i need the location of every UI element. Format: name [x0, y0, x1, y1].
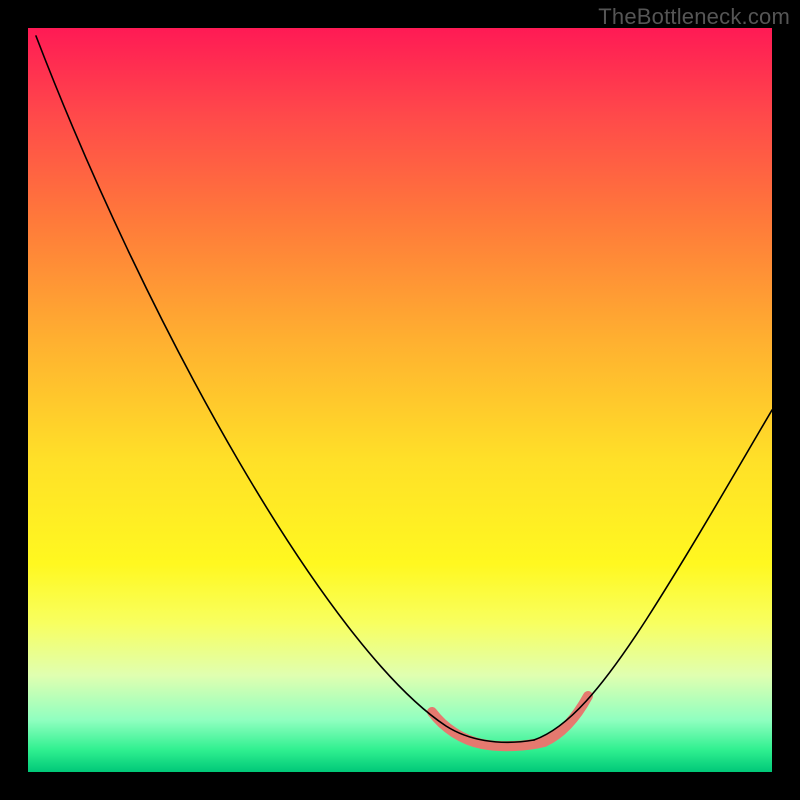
bottleneck-curve-ascending: [534, 410, 772, 740]
optimal-zone-highlight-right: [544, 696, 588, 742]
watermark-text: TheBottleneck.com: [598, 4, 790, 30]
bottleneck-curve-descending: [36, 36, 534, 742]
bottleneck-curve-svg: [28, 28, 772, 772]
chart-plot-area: [28, 28, 772, 772]
